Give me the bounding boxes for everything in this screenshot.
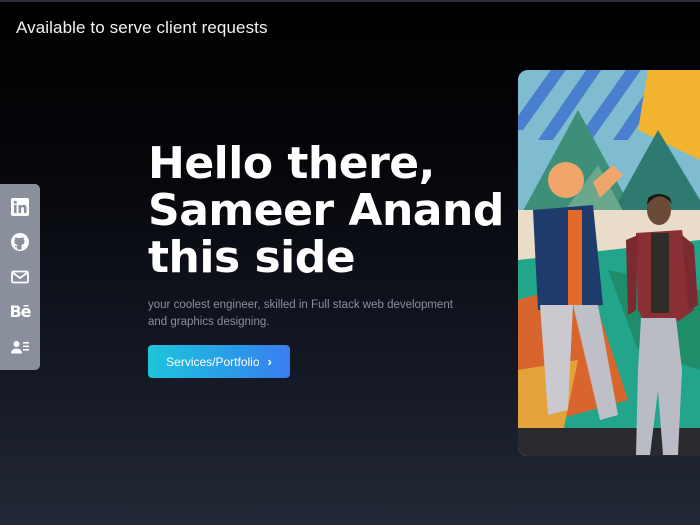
github-icon[interactable] bbox=[9, 231, 31, 253]
social-sidebar: Bē bbox=[0, 184, 40, 370]
chevron-right-icon: › bbox=[267, 354, 272, 369]
cta-label: Services/Portfolio bbox=[166, 354, 260, 369]
headline-line-1: Hello there, bbox=[148, 138, 435, 189]
profile-photo-illustration bbox=[518, 70, 700, 456]
services-portfolio-button[interactable]: Services/Portfolio › bbox=[148, 345, 290, 378]
mail-icon[interactable] bbox=[9, 266, 31, 288]
top-border bbox=[0, 0, 700, 2]
behance-icon[interactable]: Bē bbox=[9, 301, 31, 323]
contact-card-icon[interactable] bbox=[9, 336, 31, 358]
availability-status: Available to serve client requests bbox=[16, 18, 268, 37]
hero-headline: Hello there, Sameer Anand this side bbox=[148, 140, 504, 281]
headline-line-3: this side bbox=[148, 232, 356, 283]
behance-glyph: Bē bbox=[9, 302, 31, 322]
linkedin-icon[interactable] bbox=[9, 196, 31, 218]
hero-subtitle: your coolest engineer, skilled in Full s… bbox=[148, 299, 453, 328]
profile-photo bbox=[518, 70, 700, 456]
headline-line-2: Sameer Anand bbox=[148, 185, 504, 236]
